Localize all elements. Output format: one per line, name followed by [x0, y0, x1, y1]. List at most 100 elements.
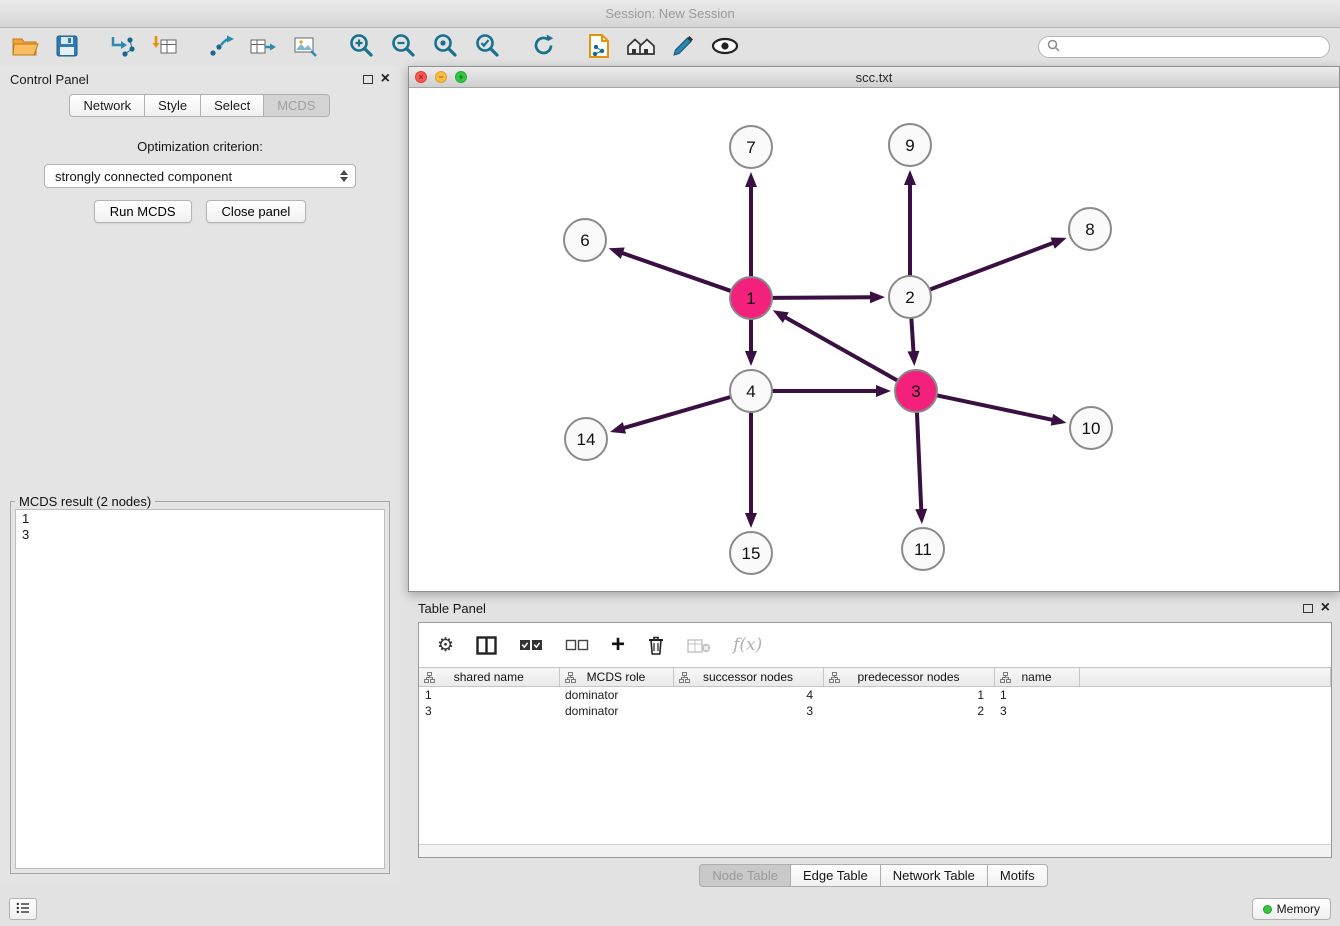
zoom-out-button[interactable]	[388, 32, 418, 62]
graph-edge-arrow	[1050, 238, 1066, 249]
open-session-button[interactable]	[10, 32, 40, 62]
search-input[interactable]	[1065, 40, 1321, 54]
table-cell[interactable]: 3	[994, 703, 1079, 719]
tab-network-table[interactable]: Network Table	[880, 864, 988, 887]
graph-edge[interactable]	[622, 253, 731, 291]
table-cell[interactable]: 1	[823, 687, 994, 703]
table-cell[interactable]: 3	[673, 703, 823, 719]
run-mcds-button[interactable]: Run MCDS	[94, 200, 192, 223]
apply-style-button[interactable]	[668, 32, 698, 62]
table-cell[interactable]: dominator	[559, 703, 673, 719]
graph-edge-arrow	[876, 385, 891, 397]
table-hscrollbar[interactable]	[419, 844, 1331, 857]
column-header[interactable]: predecessor nodes	[823, 668, 994, 687]
zoom-selected-button[interactable]	[472, 32, 502, 62]
network-window-title: scc.txt	[409, 70, 1339, 85]
home-button[interactable]	[626, 32, 656, 62]
mcds-result-list[interactable]: 13	[15, 509, 385, 869]
unselect-all-columns-icon[interactable]	[565, 638, 589, 652]
graph-node-label: 3	[911, 382, 920, 401]
graph-edge[interactable]	[911, 318, 913, 352]
show-hide-button[interactable]	[710, 32, 740, 62]
column-header[interactable]: name	[994, 668, 1079, 687]
graph-node[interactable]: 6	[564, 219, 606, 261]
import-table-button[interactable]	[150, 32, 180, 62]
tab-select[interactable]: Select	[200, 94, 264, 117]
refresh-layout-button[interactable]	[528, 32, 558, 62]
column-header[interactable]: successor nodes	[673, 668, 823, 687]
save-session-button[interactable]	[52, 32, 82, 62]
export-image-button[interactable]	[290, 32, 320, 62]
graph-edge[interactable]	[937, 395, 1053, 420]
graph-node[interactable]: 11	[902, 528, 944, 570]
graph-node[interactable]: 8	[1069, 208, 1111, 250]
table-cell[interactable]: dominator	[559, 687, 673, 703]
create-column-icon[interactable]: +	[611, 635, 625, 655]
delete-table-icon-disabled	[687, 637, 711, 654]
graph-edge[interactable]	[785, 317, 898, 381]
search-box[interactable]	[1038, 36, 1330, 58]
graph-node[interactable]: 14	[565, 418, 607, 460]
table-cell[interactable]: 1	[419, 687, 559, 703]
graph-edge-arrow	[610, 422, 626, 434]
maximize-window-icon[interactable]: +	[455, 71, 467, 83]
result-item[interactable]: 3	[22, 527, 378, 543]
mcds-result-box: MCDS result (2 nodes) 13	[10, 494, 390, 874]
graph-node[interactable]: 4	[730, 370, 772, 412]
table-cell[interactable]: 3	[419, 703, 559, 719]
graph-edge[interactable]	[930, 243, 1054, 290]
graph-node[interactable]: 1	[730, 277, 772, 319]
mcds-result-title: MCDS result (2 nodes)	[15, 494, 155, 509]
minimize-window-icon[interactable]: −	[435, 71, 447, 83]
table-cell[interactable]: 4	[673, 687, 823, 703]
tab-node-table[interactable]: Node Table	[699, 864, 791, 887]
table-cell[interactable]: 2	[823, 703, 994, 719]
network-window-titlebar[interactable]: scc.txt × − +	[409, 67, 1339, 88]
float-table-panel-icon[interactable]	[1303, 604, 1313, 613]
table-cell[interactable]: 1	[994, 687, 1079, 703]
table-row[interactable]: 3dominator323	[419, 703, 1331, 719]
close-panel-icon[interactable]: ×	[381, 74, 390, 84]
show-panel-button[interactable]	[9, 898, 37, 920]
tab-edge-table[interactable]: Edge Table	[790, 864, 881, 887]
zoom-in-button[interactable]	[346, 32, 376, 62]
tab-mcds[interactable]: MCDS	[263, 94, 329, 117]
result-item[interactable]: 1	[22, 511, 378, 527]
close-window-icon[interactable]: ×	[415, 71, 427, 83]
memory-button[interactable]: Memory	[1252, 898, 1331, 920]
zoom-selected-icon	[474, 32, 501, 62]
import-network-button[interactable]	[108, 32, 138, 62]
criterion-dropdown[interactable]: strongly connected component	[44, 164, 356, 188]
column-header[interactable]: shared name	[419, 668, 559, 687]
graph-node[interactable]: 9	[889, 124, 931, 166]
graph-node[interactable]: 3	[895, 370, 937, 412]
float-panel-icon[interactable]	[363, 75, 373, 84]
tab-network[interactable]: Network	[69, 94, 145, 117]
graph-svg: 7 9 6 8 1 2 4 3 14 10 15 11	[409, 88, 1339, 591]
close-table-panel-icon[interactable]: ×	[1321, 603, 1330, 613]
window-titlebar[interactable]: Session: New Session	[0, 0, 1340, 28]
graph-edge[interactable]	[772, 297, 871, 298]
delete-column-icon[interactable]	[647, 635, 665, 656]
export-network-button[interactable]	[206, 32, 236, 62]
network-window[interactable]: scc.txt × − + 7 9 6 8 1 2 4 3 14 10 15 11	[408, 66, 1340, 592]
select-all-columns-icon[interactable]	[519, 638, 543, 652]
tab-motifs[interactable]: Motifs	[987, 864, 1048, 887]
close-panel-button[interactable]: Close panel	[206, 200, 307, 223]
show-columns-icon[interactable]	[476, 636, 497, 655]
graph-edge[interactable]	[917, 412, 921, 510]
graph-edge-arrow	[745, 513, 757, 528]
graph-edge[interactable]	[623, 397, 730, 428]
tab-style[interactable]: Style	[144, 94, 201, 117]
table-row[interactable]: 1dominator411	[419, 687, 1331, 703]
column-header[interactable]: MCDS role	[559, 668, 673, 687]
graph-node[interactable]: 7	[730, 126, 772, 168]
zoom-fit-button[interactable]	[430, 32, 460, 62]
graph-node[interactable]: 15	[730, 532, 772, 574]
export-table-button[interactable]	[248, 32, 278, 62]
graph-node[interactable]: 10	[1070, 407, 1112, 449]
network-canvas[interactable]: 7 9 6 8 1 2 4 3 14 10 15 11	[409, 88, 1339, 591]
graph-node[interactable]: 2	[889, 276, 931, 318]
network-document-button[interactable]	[584, 32, 614, 62]
table-settings-icon[interactable]: ⚙	[437, 634, 454, 657]
